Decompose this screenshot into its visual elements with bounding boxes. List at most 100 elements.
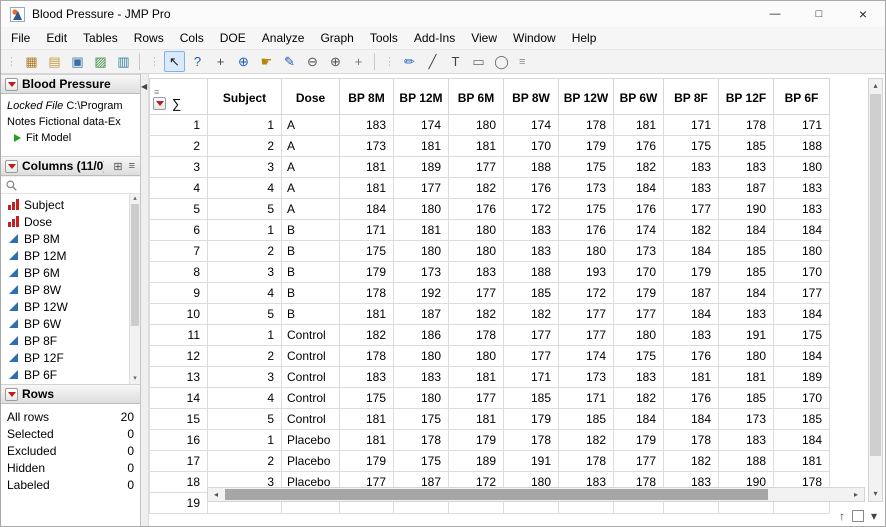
columns-search[interactable] — [1, 176, 140, 194]
data-cell[interactable]: 183 — [773, 198, 830, 220]
data-cell[interactable]: 176 — [613, 135, 664, 157]
data-cell[interactable]: 184 — [339, 198, 394, 220]
new-journal-icon[interactable]: ▨ — [90, 51, 111, 72]
data-cell[interactable]: 179 — [613, 282, 664, 304]
data-cell[interactable]: 180 — [448, 219, 504, 241]
data-cell[interactable]: 177 — [448, 156, 504, 178]
data-cell[interactable]: 182 — [339, 324, 394, 346]
data-cell[interactable]: 4 — [207, 282, 282, 304]
row-number-cell[interactable]: 10 — [149, 303, 208, 325]
data-cell[interactable]: 173 — [393, 261, 449, 283]
data-cell[interactable]: 183 — [503, 240, 559, 262]
data-cell[interactable]: 181 — [339, 429, 394, 451]
grabber-tool-icon[interactable]: ⊕ — [233, 51, 254, 72]
data-cell[interactable]: 180 — [448, 240, 504, 262]
hscroll-track[interactable] — [224, 488, 848, 501]
data-cell[interactable]: 186 — [393, 324, 449, 346]
oval-annotate-icon[interactable]: ◯ — [491, 51, 512, 72]
data-cell[interactable]: 175 — [558, 156, 614, 178]
menu-item-view[interactable]: View — [463, 28, 505, 48]
table-menu-icon[interactable] — [153, 97, 166, 110]
row-number-cell[interactable]: 18 — [149, 471, 208, 493]
brush-tool-icon[interactable]: ✎ — [279, 51, 300, 72]
data-cell[interactable]: 181 — [663, 366, 719, 388]
row-number-cell[interactable]: 13 — [149, 366, 208, 388]
data-cell[interactable]: 5 — [207, 303, 282, 325]
row-number-cell[interactable]: 14 — [149, 387, 208, 409]
column-header-bp-8w[interactable]: BP 8W — [503, 78, 559, 115]
data-cell[interactable]: 175 — [663, 135, 719, 157]
data-cell[interactable]: 183 — [663, 324, 719, 346]
data-cell[interactable]: 178 — [663, 429, 719, 451]
column-item-bp-8f[interactable]: BP 8F — [1, 332, 129, 349]
row-number-cell[interactable]: 9 — [149, 282, 208, 304]
data-cell[interactable]: B — [281, 240, 340, 262]
data-cell[interactable]: 184 — [773, 345, 830, 367]
data-cell[interactable]: 179 — [339, 261, 394, 283]
data-cell[interactable]: B — [281, 303, 340, 325]
columns-view-icon[interactable]: ⊞ — [112, 160, 123, 173]
data-cell[interactable]: 183 — [448, 261, 504, 283]
data-cell[interactable]: 185 — [558, 408, 614, 430]
data-cell[interactable]: 180 — [393, 387, 449, 409]
open-file-icon[interactable]: ▤ — [44, 51, 65, 72]
data-cell[interactable]: 181 — [339, 408, 394, 430]
data-cell[interactable]: A — [281, 156, 340, 178]
data-cell[interactable]: 178 — [558, 450, 614, 472]
data-cell[interactable]: 177 — [558, 324, 614, 346]
data-cell[interactable]: B — [281, 219, 340, 241]
selection-plus-tool-icon[interactable]: + — [348, 51, 369, 72]
data-cell[interactable]: 1 — [207, 219, 282, 241]
data-cell[interactable]: 172 — [558, 282, 614, 304]
data-cell[interactable]: 2 — [207, 450, 282, 472]
hand-tool-icon[interactable]: ☛ — [256, 51, 277, 72]
menu-item-file[interactable]: File — [3, 28, 38, 48]
data-cell[interactable]: 176 — [613, 198, 664, 220]
data-cell[interactable]: 172 — [503, 198, 559, 220]
data-cell[interactable]: 181 — [339, 156, 394, 178]
crosshair-tool-icon[interactable]: + — [210, 51, 231, 72]
column-item-bp-8m[interactable]: BP 8M — [1, 230, 129, 247]
row-number-cell[interactable]: 8 — [149, 261, 208, 283]
menu-item-window[interactable]: Window — [505, 28, 564, 48]
data-cell[interactable]: 183 — [393, 366, 449, 388]
data-cell[interactable]: 184 — [663, 408, 719, 430]
data-cell[interactable]: 179 — [663, 261, 719, 283]
arrow-tool-icon[interactable]: ↖ — [164, 51, 185, 72]
layout-icon[interactable]: ▥ — [113, 51, 134, 72]
row-number-cell[interactable]: 5 — [149, 198, 208, 220]
data-cell[interactable]: 175 — [339, 240, 394, 262]
data-cell[interactable]: 175 — [613, 345, 664, 367]
vertical-scrollbar[interactable]: ▴ ▾ — [868, 78, 883, 502]
data-cell[interactable]: 175 — [773, 324, 830, 346]
data-cell[interactable]: 183 — [718, 156, 774, 178]
data-cell[interactable]: 183 — [503, 219, 559, 241]
data-cell[interactable]: 184 — [773, 219, 830, 241]
data-cell[interactable]: 192 — [393, 282, 449, 304]
data-cell[interactable]: 184 — [718, 219, 774, 241]
data-cell[interactable]: 1 — [207, 114, 282, 136]
column-header-bp-12m[interactable]: BP 12M — [393, 78, 449, 115]
data-cell[interactable]: 180 — [558, 240, 614, 262]
row-number-cell[interactable]: 11 — [149, 324, 208, 346]
data-cell[interactable]: 185 — [718, 240, 774, 262]
row-number-cell[interactable]: 12 — [149, 345, 208, 367]
data-cell[interactable]: 180 — [718, 345, 774, 367]
rows-panel-menu-icon[interactable] — [5, 387, 18, 401]
columns-scroll-thumb[interactable] — [131, 204, 139, 327]
data-cell[interactable]: 185 — [503, 387, 559, 409]
data-cell[interactable]: 170 — [613, 261, 664, 283]
data-cell[interactable]: 181 — [339, 177, 394, 199]
data-cell[interactable]: 185 — [718, 261, 774, 283]
data-cell[interactable]: 183 — [663, 156, 719, 178]
data-cell[interactable]: 188 — [718, 450, 774, 472]
column-header-bp-8m[interactable]: BP 8M — [339, 78, 394, 115]
data-cell[interactable]: 173 — [718, 408, 774, 430]
columns-scroll-down-icon[interactable]: ▾ — [133, 374, 137, 384]
data-cell[interactable]: 184 — [663, 240, 719, 262]
text-annotate-icon[interactable]: T — [445, 51, 466, 72]
data-cell[interactable]: A — [281, 177, 340, 199]
data-cell[interactable]: 184 — [663, 303, 719, 325]
data-cell[interactable]: 176 — [663, 387, 719, 409]
data-cell[interactable]: 184 — [613, 408, 664, 430]
